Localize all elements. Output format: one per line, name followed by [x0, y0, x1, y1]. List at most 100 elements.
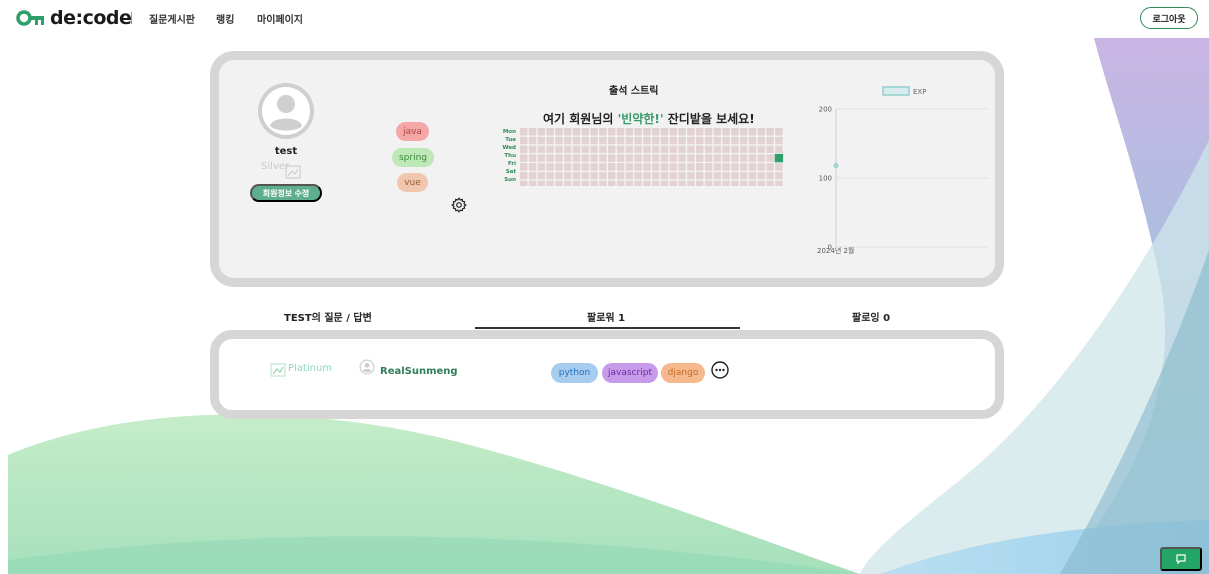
streak-day-labels: Mon Tue Wed Thu Fri Sat Sun — [494, 128, 516, 184]
streak-cell — [599, 136, 607, 145]
streak-cell — [740, 128, 748, 136]
logo[interactable]: de:code — [16, 6, 132, 30]
streak-cell — [572, 136, 581, 145]
streak-cell — [678, 180, 686, 189]
streak-cell — [608, 145, 616, 153]
streak-cell — [704, 136, 713, 145]
streak-cell — [546, 145, 554, 153]
follower-list-card: Platinum RealSunmeng python javascript d… — [210, 330, 1004, 419]
streak-cell — [704, 180, 713, 189]
streak-cell — [625, 180, 633, 189]
streak-cell — [537, 180, 545, 189]
streak-cell — [748, 163, 757, 171]
streak-cell — [766, 163, 774, 171]
streak-cell — [643, 154, 651, 162]
exp-chart: EXP 0100200 2024년 2월 — [817, 86, 989, 255]
streak-cell — [740, 180, 748, 189]
nav-question-board[interactable]: 질문게시판 — [149, 11, 195, 26]
streak-cell — [748, 180, 757, 189]
nav-mypage[interactable]: 마이페이지 — [257, 11, 303, 26]
streak-cell — [660, 136, 669, 145]
streak-cell — [590, 180, 598, 189]
streak-cell — [669, 163, 677, 171]
streak-cell — [634, 180, 642, 189]
tab-following[interactable]: 팔로잉 0 — [852, 309, 890, 324]
streak-cell — [608, 172, 616, 180]
streak-cell — [757, 128, 765, 136]
gear-icon[interactable] — [451, 197, 467, 213]
streak-cell — [678, 136, 686, 145]
chat-button[interactable] — [1160, 547, 1202, 571]
follower-skill-javascript: javascript — [602, 363, 658, 383]
streak-cell — [669, 180, 677, 189]
key-logo-icon — [16, 10, 44, 26]
streak-cell — [757, 163, 765, 171]
streak-cell — [704, 128, 713, 136]
streak-cell — [713, 128, 721, 136]
edit-profile-button[interactable]: 회원정보 수정 — [250, 184, 322, 202]
streak-cell — [616, 163, 625, 171]
chat-icon — [1176, 554, 1186, 565]
chart-points — [833, 163, 839, 168]
streak-cell — [590, 172, 598, 180]
streak-cell — [520, 172, 528, 180]
nav-ranking[interactable]: 랭킹 — [216, 11, 234, 26]
streak-cell — [687, 180, 695, 189]
streak-cell — [608, 128, 616, 136]
more-options-icon[interactable] — [711, 361, 729, 379]
streak-cell — [766, 180, 774, 189]
streak-cell — [572, 128, 581, 136]
streak-cell — [687, 128, 695, 136]
streak-cell — [634, 145, 642, 153]
streak-cell — [625, 172, 633, 180]
streak-cell — [555, 128, 563, 136]
streak-cell — [616, 154, 625, 162]
streak-cell — [572, 180, 581, 189]
streak-cell-active — [774, 153, 784, 163]
streak-cell — [713, 163, 721, 171]
y-tick-label: 200 — [819, 106, 832, 114]
streak-cell — [660, 172, 669, 180]
logo-text: de:code — [50, 7, 132, 29]
legend-label-exp: EXP — [913, 88, 926, 96]
streak-cell — [520, 163, 528, 171]
follower-name[interactable]: RealSunmeng — [380, 366, 458, 377]
streak-cell — [581, 163, 589, 171]
streak-cell — [643, 136, 651, 145]
streak-cell — [704, 163, 713, 171]
streak-cell — [652, 145, 660, 153]
streak-cell — [572, 163, 581, 171]
streak-cell — [696, 180, 704, 189]
streak-cell — [748, 136, 757, 145]
streak-cell — [731, 172, 739, 180]
streak-cell — [616, 172, 625, 180]
avatar-icon — [258, 83, 314, 139]
streak-cell — [564, 172, 572, 180]
streak-cell — [564, 128, 572, 136]
tab-questions[interactable]: TEST의 질문 / 답변 — [284, 309, 372, 324]
day-label-sun: Sun — [504, 177, 516, 183]
streak-cell — [537, 128, 545, 136]
streak-cell — [652, 180, 660, 189]
logout-button[interactable]: 로그아웃 — [1140, 7, 1198, 29]
streak-cell — [731, 128, 739, 136]
streak-cell — [704, 145, 713, 153]
streak-cell — [546, 163, 554, 171]
streak-cell — [528, 145, 537, 153]
streak-cell — [555, 154, 563, 162]
day-label-mon: Mon — [502, 129, 516, 135]
streak-cell — [660, 163, 669, 171]
streak-cell — [740, 136, 748, 145]
streak-cell — [678, 128, 686, 136]
streak-cell — [520, 128, 528, 136]
streak-subtitle-after: 잔디밭을 보세요! — [663, 112, 755, 126]
streak-subtitle-before: 여기 회원님의 — [543, 112, 618, 126]
streak-cell — [731, 145, 739, 153]
streak-cell — [590, 154, 598, 162]
streak-cell — [722, 163, 730, 171]
tab-followers[interactable]: 팔로워 1 — [587, 309, 625, 324]
streak-cell — [740, 163, 748, 171]
streak-cell — [546, 154, 554, 162]
streak-cell — [581, 154, 589, 162]
streak-cell — [634, 154, 642, 162]
